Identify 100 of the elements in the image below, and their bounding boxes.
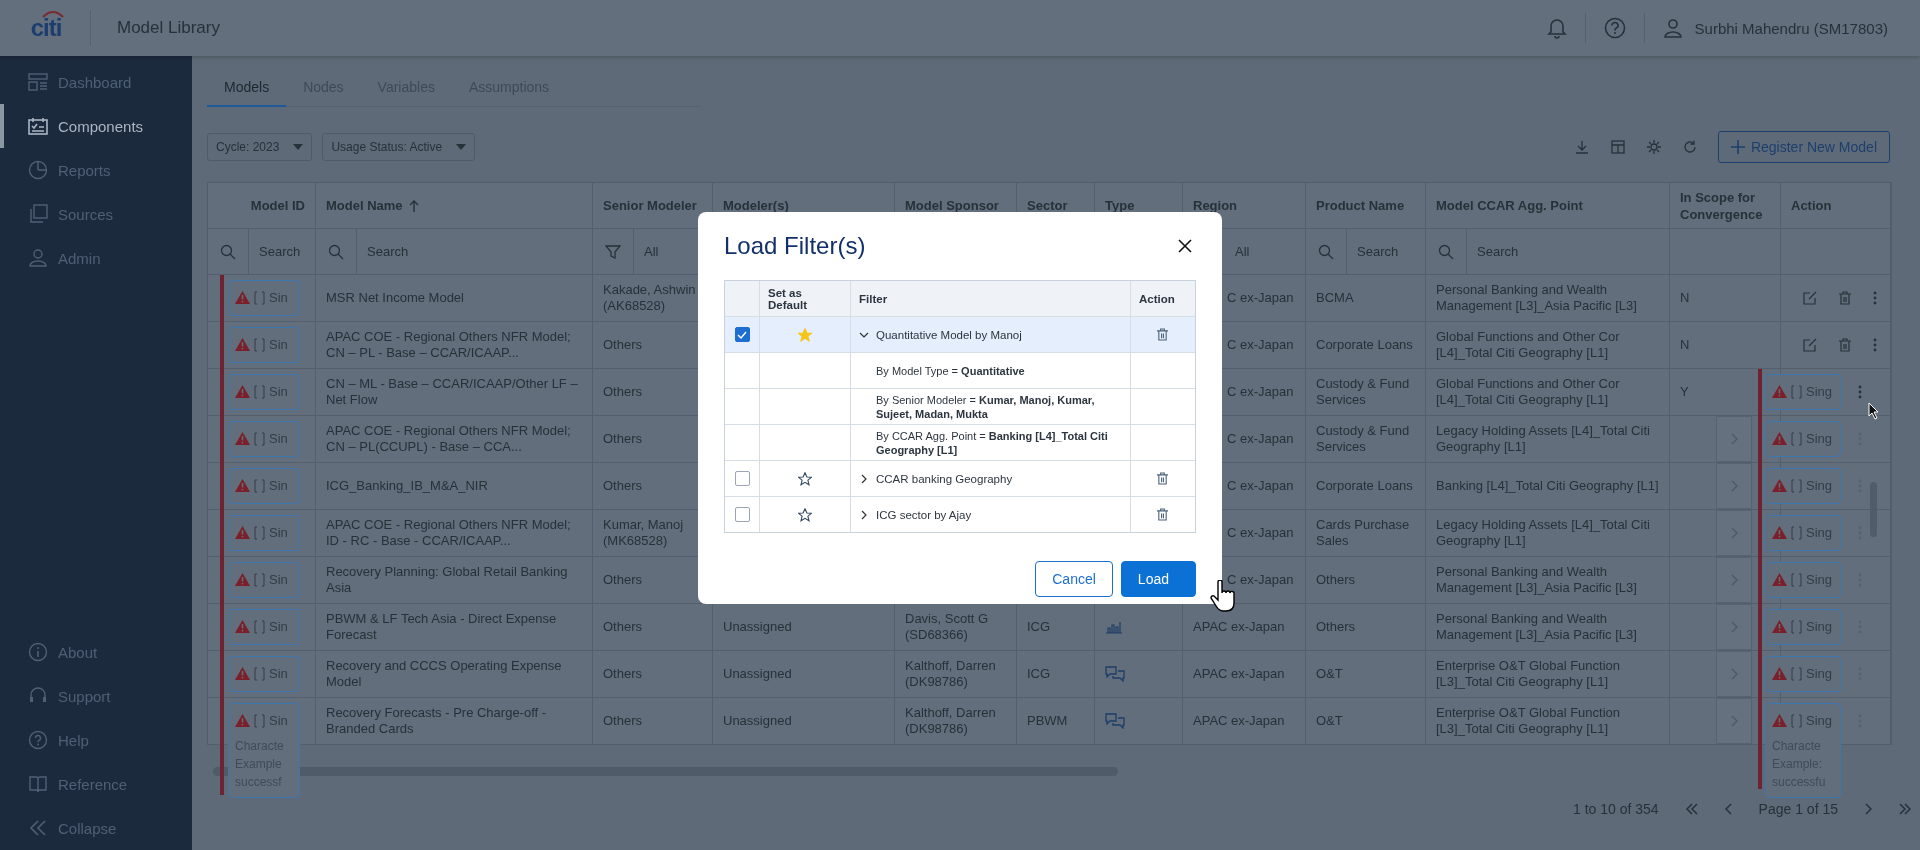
checkbox[interactable]	[734, 471, 750, 486]
register-new-model-button[interactable]: Register New Model	[1717, 131, 1890, 163]
tab[interactable]: Models	[207, 70, 287, 107]
warning-icon	[1772, 432, 1787, 445]
column-header: Action	[1138, 291, 1176, 307]
user-icon[interactable]	[1662, 18, 1683, 38]
notification-bell-icon[interactable]	[1546, 17, 1567, 39]
copy-icon	[28, 204, 48, 224]
delete-icon[interactable]	[1156, 508, 1168, 521]
chevron-right-icon[interactable]	[859, 509, 869, 520]
chevron-right-icon[interactable]	[859, 473, 869, 484]
columns-icon[interactable]	[1609, 139, 1626, 155]
more-options-icon[interactable]	[1873, 291, 1877, 305]
bracket-s-icon	[254, 384, 265, 399]
filter-criterion: By Model Type = Quantitative	[876, 363, 1025, 378]
cancel-button[interactable]: Cancel	[1035, 561, 1113, 597]
table-cell[interactable]: PBWM & LF Tech Asia - Direct Expense Forecast	[316, 604, 593, 650]
delete-icon[interactable]	[1156, 472, 1168, 485]
table-cell[interactable]: ICG_Banking_IB_M&A_NIR	[316, 463, 593, 509]
logo-arc-icon	[42, 10, 64, 18]
bar-chart-icon	[1105, 620, 1123, 634]
table-cell: N	[1680, 290, 1690, 306]
search-icon[interactable]	[220, 243, 236, 260]
warning-icon	[1772, 573, 1787, 586]
next-page-icon[interactable]	[1864, 803, 1872, 815]
filter-name[interactable]: CCAR banking Geography	[876, 472, 1013, 485]
load-button[interactable]: Load	[1120, 561, 1196, 597]
table-cell-text: Kalthoff, Darren (DK98786)	[905, 658, 997, 690]
table-cell[interactable]: MSR Net Income Model	[316, 275, 593, 321]
search-icon[interactable]	[328, 243, 344, 260]
checkbox[interactable]	[734, 327, 750, 342]
close-icon[interactable]	[1178, 239, 1192, 253]
search-field[interactable]: Search	[249, 229, 315, 274]
warning-icon	[235, 714, 250, 727]
user-name[interactable]: Surbhi Mahendru (SM17803)	[1694, 19, 1888, 37]
filter-name[interactable]: ICG sector by Ajay	[876, 508, 972, 521]
table-cell[interactable]: Recovery Planning: Global Retail Banking Asia	[316, 557, 593, 603]
help-icon[interactable]	[1603, 17, 1626, 39]
search-icon[interactable]	[1438, 243, 1454, 260]
table-cell[interactable]: APAC COE - Regional Others NFR Model; ID - RC - Base - CCAR/ICAAP...	[316, 510, 593, 556]
star-icon[interactable]	[798, 471, 812, 486]
table-cell[interactable]: Recovery and CCCS Operating Expense Model	[316, 651, 593, 697]
logo[interactable]: citi	[30, 14, 62, 42]
table-cell: Unassigned	[723, 619, 792, 635]
search-field[interactable]: Search	[357, 229, 592, 274]
table-cell: Cards Purchase Sales	[1306, 510, 1426, 556]
table-cell: Custody & Fund Services	[1306, 416, 1426, 462]
chevron-right-icon	[1730, 480, 1738, 492]
sidebar-item[interactable]: Components	[0, 104, 192, 148]
column-header[interactable]: Product Name	[1306, 183, 1426, 228]
previous-page-icon[interactable]	[1724, 803, 1733, 815]
more-options-icon[interactable]	[1858, 385, 1862, 399]
edit-icon[interactable]	[1803, 338, 1817, 352]
bracket-s-icon	[254, 290, 265, 305]
column-header[interactable]: Model CCAR Agg. Point	[1426, 183, 1670, 228]
table-cell: APAC ex-Japan	[1183, 698, 1306, 744]
column-header[interactable]: Model Name	[316, 183, 593, 228]
search-field[interactable]: Search	[1467, 229, 1669, 274]
search-field[interactable]: Search	[1347, 229, 1425, 274]
warning-icon	[235, 620, 250, 633]
checkbox[interactable]	[734, 507, 750, 522]
last-page-icon[interactable]	[1898, 803, 1912, 815]
filter-name[interactable]: Quantitative Model by Manoj	[876, 328, 1022, 341]
table-cell[interactable]: Recovery Forecasts - Pre Charge-off - Branded Cards	[316, 698, 593, 744]
table-cell[interactable]: APAC COE - Regional Others NFR Model; CN – PL(CCUPL) - Base – CCA...	[316, 416, 593, 462]
app-title: Model Library	[117, 18, 220, 38]
column-header[interactable]: Action	[1781, 183, 1891, 228]
dropdown[interactable]: Usage Status: Active	[322, 133, 476, 161]
first-page-icon[interactable]	[1684, 803, 1699, 815]
star-icon[interactable]	[798, 507, 812, 522]
bracket-s-icon	[1791, 713, 1802, 728]
dropdown[interactable]: Cycle: 2023	[207, 133, 313, 161]
table-cell: Unassigned	[723, 666, 792, 682]
warning-icon	[235, 573, 250, 586]
chevron-right-icon	[1730, 715, 1738, 727]
bracket-s-icon	[254, 572, 265, 587]
bracket-s-icon	[254, 619, 265, 634]
plus-icon	[1730, 140, 1745, 154]
table-cell: Corporate Loans	[1306, 463, 1426, 509]
search-icon[interactable]	[1318, 243, 1334, 260]
table-cell: ICG	[1027, 666, 1051, 682]
table-cell[interactable]: CN – ML - Base – CCAR/ICAAP/Other LF – Net Flow	[316, 369, 593, 415]
table-cell: N	[1680, 337, 1690, 353]
table-cell: Personal Banking and Wealth Management [L3]_Asia Pacific [L3]	[1426, 604, 1670, 650]
clipboard-icon	[28, 117, 48, 135]
bracket-s-icon	[1791, 384, 1802, 399]
more-options-icon[interactable]	[1873, 338, 1877, 352]
column-header[interactable]: In Scope for Convergence	[1670, 183, 1781, 228]
edit-icon[interactable]	[1803, 291, 1817, 305]
download-icon[interactable]	[1573, 139, 1590, 155]
refresh-icon[interactable]	[1681, 139, 1698, 155]
table-cell[interactable]: APAC COE - Regional Others NFR Model; CN – PL - Base – CCAR/ICAAP...	[316, 322, 593, 368]
settings-icon[interactable]	[1645, 139, 1662, 155]
dropdown-value: Usage Status: Active	[331, 140, 443, 154]
bracket-s-icon	[254, 666, 265, 681]
column-header[interactable]: Model ID	[208, 183, 316, 228]
filter-icon[interactable]	[605, 243, 621, 260]
chat-bubbles-icon	[1105, 713, 1125, 729]
delete-icon[interactable]	[1156, 328, 1168, 341]
filter-value[interactable]: All	[634, 229, 669, 274]
